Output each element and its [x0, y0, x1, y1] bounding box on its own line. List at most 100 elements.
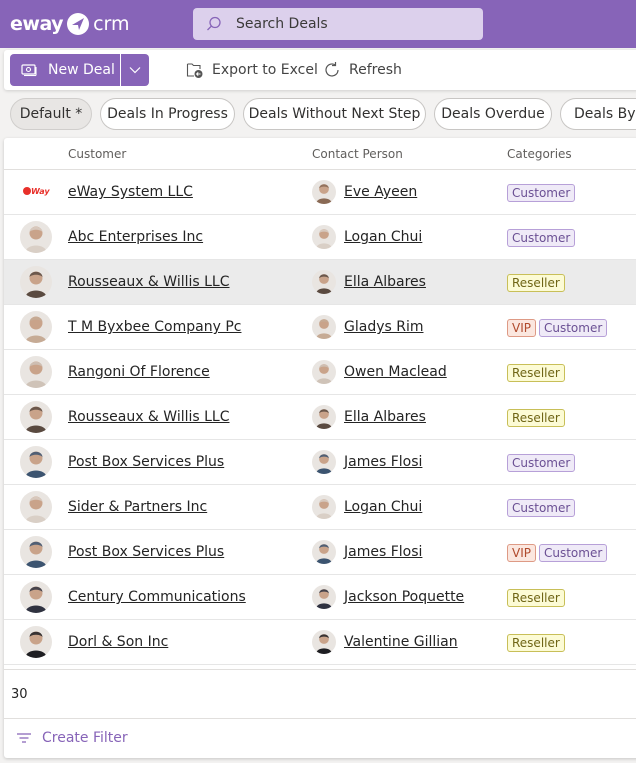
- customer-link[interactable]: Rousseaux & Willis LLC: [68, 409, 230, 425]
- avatar: [20, 446, 52, 478]
- category-tag-reseller: Reseller: [507, 364, 565, 382]
- contact-person-link[interactable]: Logan Chui: [344, 499, 422, 515]
- view-tab-deals-by[interactable]: Deals By C: [560, 98, 636, 130]
- avatar: [312, 540, 336, 564]
- money-icon: [21, 64, 37, 77]
- avatar: [312, 180, 336, 204]
- view-tab-default[interactable]: Default *: [10, 98, 92, 130]
- avatar: [20, 266, 52, 298]
- category-tag-reseller: Reseller: [507, 589, 565, 607]
- view-tab-deals-overdue[interactable]: Deals Overdue: [434, 98, 552, 130]
- customer-link[interactable]: Rousseaux & Willis LLC: [68, 274, 230, 290]
- categories-cell: Customer: [507, 454, 576, 472]
- contact-person-link[interactable]: Owen Maclead: [344, 364, 447, 380]
- search-input[interactable]: [236, 16, 456, 32]
- logo-text-eway: eway: [10, 13, 64, 35]
- customer-link[interactable]: Rangoni Of Florence: [68, 364, 210, 380]
- avatar: [20, 581, 52, 613]
- create-filter-button[interactable]: Create Filter: [16, 730, 128, 746]
- customer-link[interactable]: Post Box Services Plus: [68, 454, 224, 470]
- refresh-button[interactable]: Refresh: [323, 54, 402, 86]
- view-tab-label: Deals Overdue: [441, 106, 545, 122]
- customer-link[interactable]: eWay System LLC: [68, 184, 193, 200]
- customer-link[interactable]: Abc Enterprises Inc: [68, 229, 203, 245]
- categories-cell: Reseller: [507, 589, 565, 607]
- svg-text:Way: Way: [31, 187, 50, 196]
- contact-person-link[interactable]: James Flosi: [344, 544, 422, 560]
- customer-link[interactable]: Century Communications: [68, 589, 246, 605]
- table-row[interactable]: Abc Enterprises Inc Logan Chui Customer: [4, 215, 636, 260]
- table-row[interactable]: T M Byxbee Company Pc Gladys Rim VIP Custom…: [4, 305, 636, 350]
- refresh-label: Refresh: [349, 62, 402, 78]
- categories-cell: Customer: [507, 229, 576, 247]
- category-tag-vip: VIP: [507, 544, 536, 562]
- filter-icon: [17, 733, 31, 743]
- categories-cell: Customer: [507, 499, 576, 517]
- export-label: Export to Excel: [212, 62, 318, 78]
- table-row[interactable]: Century Communications Jackson Poquette Re…: [4, 575, 636, 620]
- categories-cell: Reseller: [507, 364, 565, 382]
- table-row[interactable]: Dorl & Son Inc Valentine Gillian Reseller: [4, 620, 636, 665]
- column-header-categories[interactable]: Categories: [507, 147, 572, 161]
- avatar: [312, 270, 336, 294]
- categories-cell: Reseller: [507, 409, 565, 427]
- column-header-contact-person[interactable]: Contact Person: [312, 147, 403, 161]
- avatar: [312, 360, 336, 384]
- category-tag-reseller: Reseller: [507, 274, 565, 292]
- table-row[interactable]: Rousseaux & Willis LLC Ella Albares Resell…: [4, 260, 636, 305]
- avatar: [20, 626, 52, 658]
- avatar: [20, 356, 52, 388]
- new-deal-dropdown-button[interactable]: [121, 54, 149, 86]
- table-row[interactable]: Sider & Partners Inc Logan Chui Customer: [4, 485, 636, 530]
- footer-divider: [4, 718, 636, 719]
- contact-person-link[interactable]: Eve Ayeen: [344, 184, 417, 200]
- category-tag-reseller: Reseller: [507, 634, 565, 652]
- table-row[interactable]: Post Box Services Plus James Flosi VIP Cust…: [4, 530, 636, 575]
- category-tag-reseller: Reseller: [507, 409, 565, 427]
- contact-person-link[interactable]: Logan Chui: [344, 229, 422, 245]
- avatar: [20, 221, 52, 253]
- refresh-icon: [325, 62, 339, 77]
- logo-text-crm: crm: [93, 13, 130, 35]
- contact-person-link[interactable]: James Flosi: [344, 454, 422, 470]
- chevron-down-icon: [129, 67, 141, 74]
- customer-link[interactable]: Sider & Partners Inc: [68, 499, 207, 515]
- contact-person-link[interactable]: Gladys Rim: [344, 319, 424, 335]
- create-filter-label: Create Filter: [42, 730, 128, 746]
- category-tag-customer: Customer: [507, 454, 576, 472]
- column-header-customer[interactable]: Customer: [68, 147, 126, 161]
- top-bar: eway crm: [0, 0, 636, 48]
- table-row[interactable]: Rangoni Of Florence Owen Maclead Reseller: [4, 350, 636, 395]
- table-row[interactable]: Way eWay System LLC Eve Ayeen Customer: [4, 170, 636, 215]
- contact-person-link[interactable]: Jackson Poquette: [344, 589, 464, 605]
- search-icon: [207, 16, 221, 31]
- customer-link[interactable]: Dorl & Son Inc: [68, 634, 168, 650]
- avatar: [312, 495, 336, 519]
- categories-cell: Reseller: [507, 274, 565, 292]
- table-row[interactable]: Rousseaux & Willis LLC Ella Albares Resell…: [4, 395, 636, 440]
- export-folder-icon: [186, 63, 203, 78]
- category-tag-customer: Customer: [507, 229, 576, 247]
- eway-company-logo: Way: [20, 176, 52, 208]
- table-row[interactable]: Post Box Services Plus James Flosi Custome…: [4, 440, 636, 485]
- category-tag-customer: Customer: [538, 319, 608, 337]
- new-deal-button[interactable]: New Deal: [10, 54, 120, 86]
- contact-person-link[interactable]: Ella Albares: [344, 274, 426, 290]
- avatar: [312, 315, 336, 339]
- new-deal-label: New Deal: [48, 62, 115, 78]
- view-tabs: Default * Deals In Progress Deals Withou…: [0, 96, 636, 132]
- view-tab-label: Deals Without Next Step: [248, 106, 421, 122]
- eway-crm-logo[interactable]: eway crm: [10, 11, 130, 37]
- view-tab-deals-in-progress[interactable]: Deals In Progress: [100, 98, 235, 130]
- export-to-excel-button[interactable]: Export to Excel: [186, 54, 318, 86]
- view-tab-label: Deals By C: [574, 106, 636, 122]
- search-box[interactable]: [193, 8, 483, 40]
- customer-link[interactable]: Post Box Services Plus: [68, 544, 224, 560]
- avatar: [312, 225, 336, 249]
- view-tab-deals-without-next-step[interactable]: Deals Without Next Step: [243, 98, 426, 130]
- contact-person-link[interactable]: Ella Albares: [344, 409, 426, 425]
- contact-person-link[interactable]: Valentine Gillian: [344, 634, 458, 650]
- customer-link[interactable]: T M Byxbee Company Pc: [68, 319, 241, 335]
- footer-divider: [4, 669, 636, 670]
- category-tag-vip: VIP: [507, 319, 536, 337]
